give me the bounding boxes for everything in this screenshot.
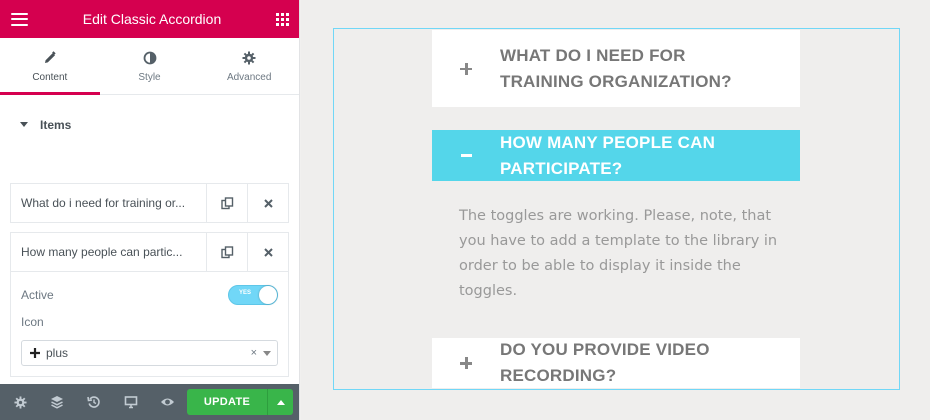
preview-button[interactable] (149, 384, 186, 420)
icon-select-value: plus (46, 346, 69, 360)
remove-button[interactable] (247, 184, 288, 222)
section-items-header[interactable]: Items (0, 96, 299, 156)
copy-icon (220, 245, 233, 258)
toggle-knob (259, 286, 277, 304)
settings-button[interactable] (10, 384, 30, 420)
panel-body: Items What do i need for training or... … (0, 96, 299, 420)
history-button[interactable] (75, 384, 112, 420)
icon-label: Icon (21, 315, 44, 329)
close-icon (263, 198, 273, 208)
toggle-text: YES (239, 290, 252, 296)
caret-down-icon (20, 122, 28, 127)
active-label: Active (21, 288, 54, 302)
clear-icon[interactable]: × (251, 347, 257, 359)
widgets-grid-icon[interactable] (275, 12, 289, 26)
menu-icon[interactable] (11, 12, 28, 26)
tab-advanced-label: Advanced (226, 71, 272, 83)
section-items-title: Items (40, 118, 72, 132)
plus-icon (460, 62, 472, 75)
plus-icon (460, 357, 472, 369)
repeater-item: What do i need for training or... (10, 183, 289, 223)
active-toggle[interactable]: YES (228, 285, 278, 305)
tab-style[interactable]: Style (100, 38, 200, 94)
accordion-content: The toggles are working. Please, note, t… (459, 208, 778, 299)
tab-style-label: Style (138, 71, 161, 83)
repeater-item: How many people can partic... Active YES (10, 232, 289, 377)
editor-panel: Edit Classic Accordion Content Style Adv… (0, 0, 300, 420)
accordion-item-active[interactable]: HOW MANY PEOPLE CAN PARTICIPATE? (432, 130, 800, 181)
tab-content[interactable]: Content (0, 38, 100, 95)
repeater-items: What do i need for training or... How ma… (0, 156, 299, 420)
plus-icon (30, 348, 40, 358)
navigator-button[interactable] (38, 384, 75, 420)
chevron-down-icon[interactable] (263, 350, 271, 356)
panel-tabs: Content Style Advanced (0, 38, 299, 95)
gear-icon (242, 50, 256, 66)
tab-advanced[interactable]: Advanced (199, 38, 299, 94)
repeater-item-title[interactable]: What do i need for training or... (11, 184, 206, 222)
eye-icon (161, 398, 174, 406)
duplicate-button[interactable] (206, 184, 247, 222)
accordion-item[interactable]: DO YOU PROVIDE VIDEO RECORDING? (432, 338, 800, 388)
update-options-button[interactable] (267, 389, 293, 415)
accordion-item[interactable]: WHAT DO I NEED FOR TRAINING ORGANIZATION… (432, 30, 800, 107)
responsive-button[interactable] (112, 384, 149, 420)
pencil-icon (43, 50, 57, 66)
preview-canvas: WHAT DO I NEED FOR TRAINING ORGANIZATION… (301, 0, 930, 420)
repeater-item-controls: Active YES Icon plus × (11, 271, 288, 376)
minus-icon (460, 154, 472, 157)
accordion-title: DO YOU PROVIDE VIDEO RECORDING? (500, 340, 710, 385)
tab-content-label: Content (32, 71, 68, 83)
panel-footer: UPDATE (0, 384, 299, 420)
accordion-title: HOW MANY PEOPLE CAN PARTICIPATE? (500, 132, 716, 178)
panel-header: Edit Classic Accordion (0, 0, 299, 38)
icon-select[interactable]: plus × (21, 340, 278, 366)
desktop-icon (124, 396, 137, 409)
repeater-item-title[interactable]: How many people can partic... (11, 233, 206, 271)
layers-icon (50, 396, 63, 409)
panel-title: Edit Classic Accordion (82, 11, 222, 27)
accordion-title: WHAT DO I NEED FOR TRAINING ORGANIZATION… (500, 45, 732, 91)
gear-icon (13, 395, 27, 409)
remove-button[interactable] (247, 233, 288, 271)
half-circle-icon (143, 50, 157, 66)
chevron-up-icon (276, 399, 285, 405)
duplicate-button[interactable] (206, 233, 247, 271)
copy-icon (220, 196, 233, 209)
update-button[interactable]: UPDATE (187, 389, 267, 415)
history-icon (86, 396, 100, 408)
close-icon (263, 247, 273, 257)
